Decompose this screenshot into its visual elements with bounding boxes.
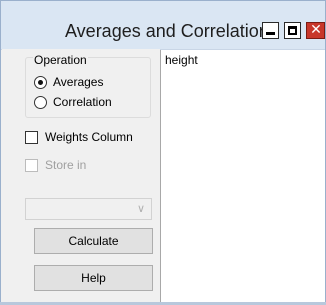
radio-averages-control[interactable] [34, 75, 47, 89]
dialog-window: Averages and Correlation ✕ Operation Ave… [0, 0, 326, 305]
maximize-icon [288, 26, 297, 35]
operation-legend: Operation [33, 53, 88, 67]
radio-averages-label: Averages [53, 75, 104, 89]
calculate-button[interactable]: Calculate [34, 228, 153, 254]
store-in-checkbox[interactable]: Store in [25, 157, 86, 173]
column-dropdown[interactable]: ∨ [25, 198, 152, 220]
radio-correlation[interactable]: Correlation [34, 94, 112, 110]
radio-averages[interactable]: Averages [34, 74, 103, 90]
title-bar[interactable]: Averages and Correlation ✕ [1, 1, 325, 50]
close-icon: ✕ [310, 22, 322, 38]
weights-column-label: Weights Column [45, 130, 133, 144]
weights-column-checkbox[interactable]: Weights Column [25, 129, 133, 145]
close-button[interactable]: ✕ [306, 22, 325, 39]
output-text: height [165, 53, 198, 67]
chevron-down-icon[interactable]: ∨ [135, 202, 147, 216]
output-textbox[interactable]: height [160, 50, 325, 305]
store-in-box[interactable] [25, 158, 38, 172]
weights-column-box[interactable] [25, 130, 38, 144]
maximize-button[interactable] [284, 22, 301, 39]
radio-correlation-control[interactable] [34, 95, 47, 109]
radio-correlation-label: Correlation [53, 95, 112, 109]
store-in-label: Store in [45, 158, 87, 172]
window-title: Averages and Correlation [65, 21, 269, 41]
minimize-icon [266, 32, 275, 35]
help-button[interactable]: Help [34, 265, 153, 291]
minimize-button[interactable] [262, 22, 279, 39]
